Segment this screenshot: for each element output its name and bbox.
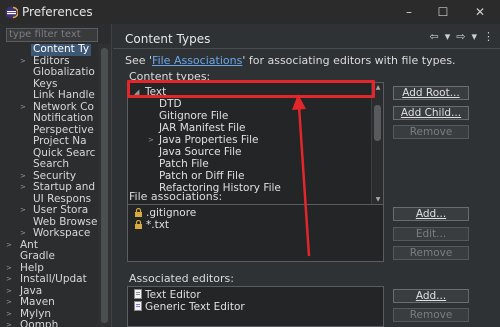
tree-item[interactable]: > Maven xyxy=(0,296,98,309)
tree-item-label: Content Ty xyxy=(31,44,92,56)
expand-chevron-icon[interactable]: > xyxy=(6,309,12,321)
expand-chevron-icon[interactable]: > xyxy=(6,263,12,275)
preferences-tree-panel: type filter text Content Ty > Editors Globa… xyxy=(0,24,112,327)
tree-item-label: Oomph xyxy=(20,319,59,327)
tree-item[interactable]: Search xyxy=(0,158,98,171)
tree-item[interactable]: > Install/Updat xyxy=(0,273,98,286)
tree-item[interactable]: Project Na xyxy=(0,135,98,148)
tree-item[interactable]: Content Ty xyxy=(0,44,98,56)
tree-item-label: Startup and xyxy=(33,181,96,193)
expand-chevron-icon[interactable]: > xyxy=(20,228,26,240)
tree-item-label: Notification xyxy=(33,112,94,124)
tree-item-label: Globalizatio xyxy=(33,66,95,78)
tree-item[interactable]: Gradle xyxy=(0,250,98,263)
expand-chevron-icon[interactable]: > xyxy=(20,205,26,217)
tree-item-label: Gradle xyxy=(20,250,55,262)
tree-item[interactable]: Notification xyxy=(0,112,98,125)
expand-chevron-icon[interactable]: > xyxy=(20,56,26,68)
expand-chevron-icon[interactable]: > xyxy=(20,102,26,114)
eclipse-app-icon xyxy=(4,5,18,19)
close-button[interactable]: ✕ xyxy=(460,0,500,24)
expand-chevron-icon[interactable]: > xyxy=(20,182,26,194)
tree-item-label: Search xyxy=(33,158,70,170)
tree-item[interactable]: > Workspace xyxy=(0,227,98,240)
maximize-button[interactable]: ☐ xyxy=(426,0,460,24)
expand-chevron-icon[interactable]: > xyxy=(6,320,12,327)
tree-item[interactable]: > Oomph xyxy=(0,319,98,327)
expand-chevron-icon[interactable]: > xyxy=(6,297,12,309)
minimize-button[interactable]: – xyxy=(392,0,426,24)
tree-item[interactable]: Link Handle xyxy=(0,89,98,102)
tree-scrollbar[interactable] xyxy=(98,44,111,327)
preferences-tree: Content Ty > Editors Globalizatio Keys Link H… xyxy=(0,44,98,327)
content-types-page: Content Types ⇦ ▾ ⇨ ▾ ⋮ See 'File Associ… xyxy=(113,24,500,327)
filter-input[interactable]: type filter text xyxy=(6,28,98,42)
title-bar: Preferences – ☐ ✕ xyxy=(0,0,500,24)
expand-chevron-icon[interactable]: > xyxy=(6,240,12,252)
annotation-arrow-icon xyxy=(292,94,311,257)
tree-item[interactable]: > User Stora xyxy=(0,204,98,217)
tree-item[interactable]: Globalizatio xyxy=(0,66,98,79)
expand-chevron-icon[interactable]: > xyxy=(6,274,12,286)
expand-chevron-icon[interactable]: > xyxy=(6,286,12,298)
tree-item-label: User Stora xyxy=(33,204,89,216)
tree-item-label: Project Na xyxy=(33,135,87,147)
tree-item-label: Workspace xyxy=(33,227,91,239)
tree-item-label: Install/Updat xyxy=(20,273,87,285)
expand-chevron-icon[interactable]: > xyxy=(20,171,26,183)
window-title: Preferences xyxy=(22,5,93,19)
tree-item[interactable]: > Startup and xyxy=(0,181,98,194)
tree-item-label: Link Handle xyxy=(33,89,95,101)
tree-item-label: Maven xyxy=(20,296,55,308)
